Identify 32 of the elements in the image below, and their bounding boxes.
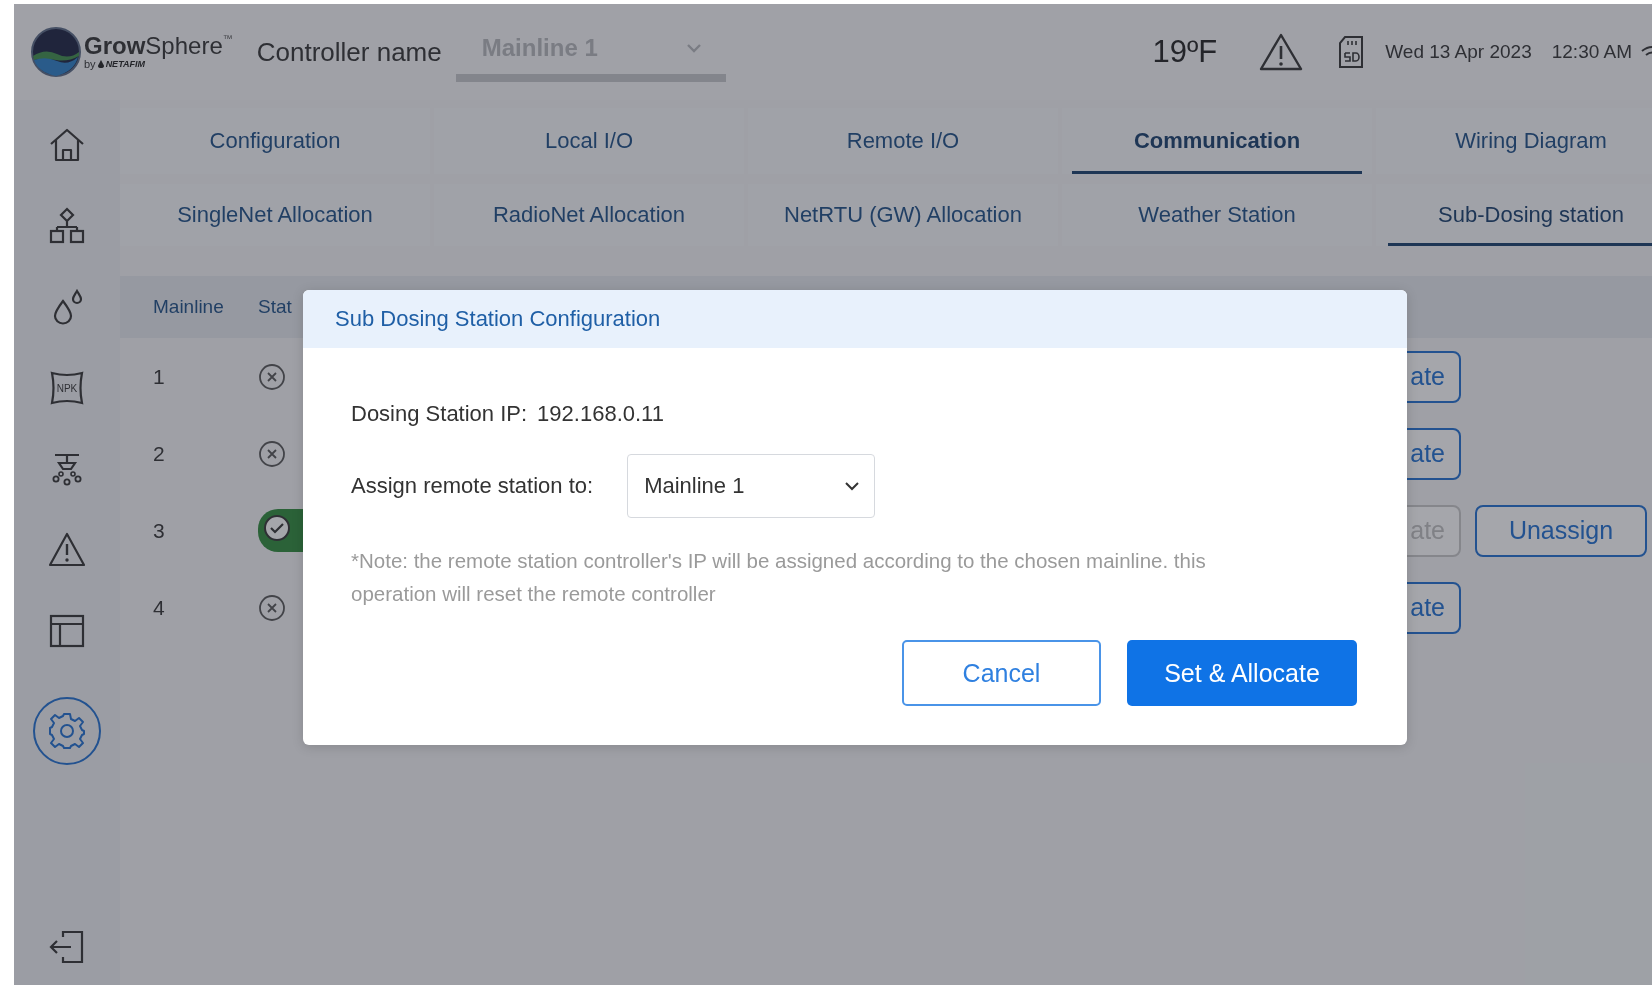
mainline-number: 3 [153,518,166,543]
brand-byline: by [84,58,96,70]
note-text: *Note: the remote station controller's IP will be assigned according to the chosen mainline. this operation will reset the remote controller [351,548,1207,607]
menu-item[interactable]: NPK [47,347,87,428]
sd-card-icon [1337,35,1366,69]
date-label: Wed 13 Apr 2023 [1385,41,1532,63]
maker-name: NETAFIM [105,59,145,69]
cancel-button[interactable]: Cancel [902,640,1101,706]
ip-label: Dosing Station IP: [351,401,528,427]
hierarchy-icon [47,205,87,246]
ip-value: 192.168.0.11 [537,401,664,427]
selected-menu-item[interactable] [33,697,101,765]
action-button[interactable]: Unassign [1475,504,1647,557]
column-header: Mainline [153,296,225,318]
temperature: 19ºF [1152,34,1218,70]
dialog-title: Sub Dosing Station Configuration [303,290,1407,348]
controller-name-label: Controller name [256,36,442,68]
mainline-number: 4 [153,595,166,620]
warning-icon [1259,32,1304,72]
chevron-down-icon [844,481,861,491]
mainline-dropdown[interactable]: Mainline 1 [627,454,876,518]
brand-name: GrowSphere™ [84,34,233,58]
mainline-number: 1 [153,364,166,389]
column-header: Stat [258,296,292,318]
settings-icon [47,711,87,751]
chevron-down-icon [685,43,702,53]
mainline-number: 2 [153,441,166,466]
time-label: 12:30 AM [1551,41,1632,63]
set-allocate-button[interactable]: Set & Allocate [1127,640,1357,706]
droplet-icon [97,60,104,68]
logo-icon [30,26,82,78]
assign-label: Assign remote station to: [351,473,594,499]
